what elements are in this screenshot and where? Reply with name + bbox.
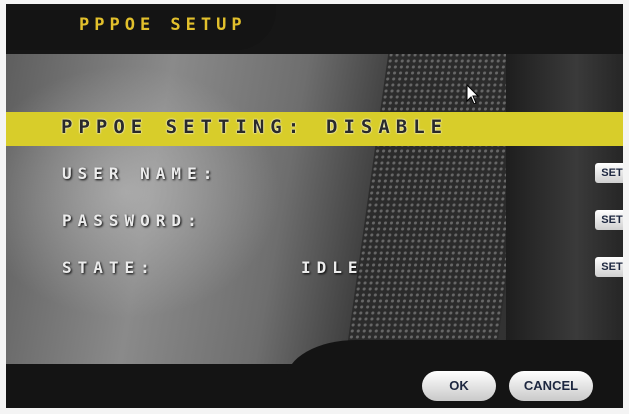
header-tab: PPPOE SETUP — [6, 4, 276, 50]
set-state-button[interactable]: SET — [595, 257, 623, 277]
mouse-cursor-icon — [466, 84, 480, 105]
cancel-button[interactable]: CANCEL — [509, 371, 593, 401]
set-user-name-button[interactable]: SET — [595, 163, 623, 183]
pppoe-setting-value[interactable]: DISABLE — [326, 116, 448, 138]
state-value: IDLE — [301, 258, 364, 277]
ok-button[interactable]: OK — [422, 371, 496, 401]
state-label: STATE: — [62, 258, 156, 277]
set-password-button[interactable]: SET — [595, 210, 623, 230]
password-label: PASSWORD: — [62, 211, 203, 230]
user-name-label: USER NAME: — [62, 164, 219, 183]
page-title: PPPOE SETUP — [79, 15, 247, 35]
pppoe-setting-label: PPPOE SETTING: — [61, 116, 306, 138]
dvr-osd-screen: PPPOE SETUP PPPOE SETTING: DISABLE USER … — [6, 4, 623, 408]
